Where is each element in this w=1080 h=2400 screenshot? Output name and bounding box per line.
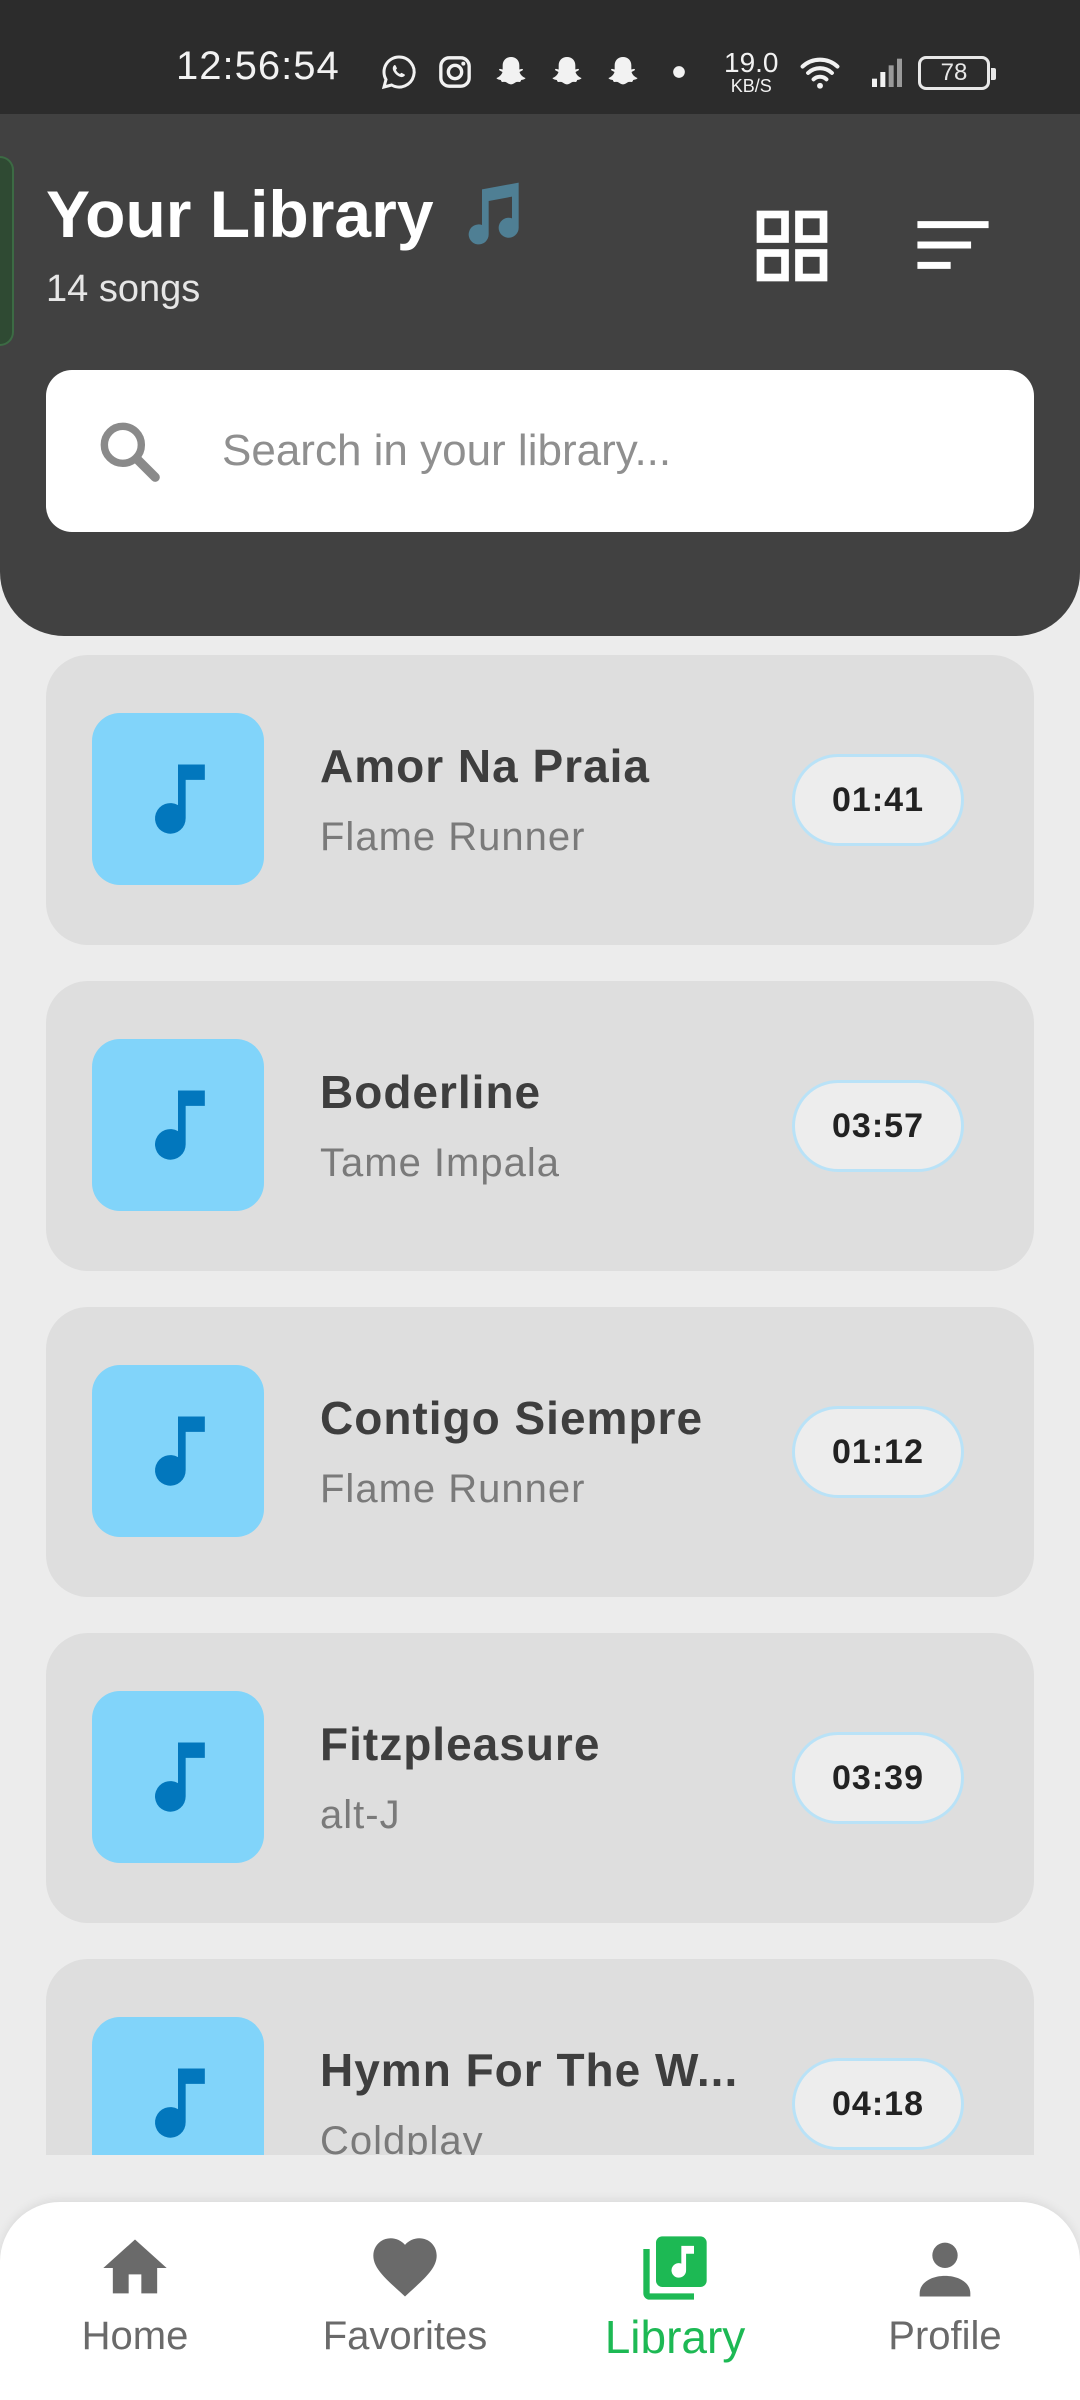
- music-note-icon: [155, 2068, 205, 2138]
- music-note-icon: [155, 764, 205, 834]
- nav-label-library: Library: [604, 2311, 746, 2363]
- song-artwork: [92, 1039, 264, 1211]
- search-icon: [92, 414, 166, 488]
- person-icon: [919, 2242, 971, 2297]
- song-artist: Flame Runner: [320, 815, 586, 859]
- heart-icon: [373, 2238, 437, 2297]
- search-input[interactable]: [222, 410, 982, 492]
- duration-badge: 03:57: [792, 1080, 964, 1172]
- nav-item-library[interactable]: Library: [540, 2202, 810, 2400]
- song-title: Boderline: [320, 1066, 542, 1118]
- song-title: Fitzpleasure: [320, 1718, 601, 1770]
- grid-view-button[interactable]: [750, 204, 834, 288]
- song-title: Amor Na Praia: [320, 740, 651, 792]
- song-artwork: [92, 1365, 264, 1537]
- battery-icon: 78: [918, 56, 996, 90]
- status-bar: 12:56:54 19.0 KB/S 78: [0, 0, 1080, 114]
- music-note-icon: [155, 1416, 205, 1486]
- nav-label-profile: Profile: [888, 2314, 1002, 2358]
- page-title: Your Library: [46, 177, 434, 251]
- song-artist: Tame Impala: [320, 1141, 560, 1185]
- nav-label-home: Home: [81, 2314, 189, 2358]
- instagram-icon: [434, 51, 476, 93]
- song-artwork: [92, 2017, 264, 2155]
- song-card[interactable]: Contigo Siempre Flame Runner 01:12: [46, 1307, 1034, 1597]
- status-icons: 19.0 KB/S: [378, 48, 913, 96]
- sort-icon: [917, 221, 989, 269]
- nav-item-favorites[interactable]: Favorites: [270, 2202, 540, 2400]
- edge-panel-handle[interactable]: [0, 156, 14, 346]
- song-count: 14 songs: [46, 268, 201, 310]
- home-icon: [103, 2239, 167, 2294]
- signal-icon: [861, 51, 913, 93]
- song-list[interactable]: Amor Na Praia Flame Runner 01:41 Boderli…: [0, 655, 1080, 2155]
- battery-level: 78: [940, 59, 968, 86]
- whatsapp-icon: [378, 51, 420, 93]
- song-card[interactable]: Boderline Tame Impala 03:57: [46, 981, 1034, 1271]
- library-header: Your Library 14 songs: [0, 114, 1080, 636]
- song-artist: alt-J: [320, 1793, 401, 1837]
- dot-icon: [658, 51, 700, 93]
- song-card[interactable]: Hymn For The W... Coldplay 04:18: [46, 1959, 1034, 2155]
- snapchat-icon: [490, 51, 532, 93]
- snapchat-icon: [602, 51, 644, 93]
- net-speed-value: 19.0: [724, 47, 779, 78]
- grid-icon: [756, 210, 828, 282]
- duration-badge: 03:39: [792, 1732, 964, 1824]
- song-artwork: [92, 713, 264, 885]
- nav-label-favorites: Favorites: [322, 2314, 488, 2358]
- music-note-emoji: [452, 176, 532, 256]
- snapchat-icon: [546, 51, 588, 93]
- search-box[interactable]: [46, 370, 1034, 532]
- net-speed: 19.0 KB/S: [724, 47, 779, 96]
- status-time: 12:56:54: [176, 44, 340, 88]
- library-music-icon: [643, 2236, 707, 2300]
- duration-badge: 04:18: [792, 2058, 964, 2150]
- song-artwork: [92, 1691, 264, 1863]
- bottom-nav: Home Favorites Library Profile: [0, 2202, 1080, 2400]
- song-artist: Flame Runner: [320, 1467, 586, 1511]
- song-title: Hymn For The W...: [320, 2044, 739, 2096]
- song-card[interactable]: Fitzpleasure alt-J 03:39: [46, 1633, 1034, 1923]
- net-speed-unit: KB/S: [730, 76, 772, 96]
- duration-badge: 01:41: [792, 754, 964, 846]
- duration-badge: 01:12: [792, 1406, 964, 1498]
- music-note-icon: [155, 1742, 205, 1812]
- song-card[interactable]: Amor Na Praia Flame Runner 01:41: [46, 655, 1034, 945]
- sort-button[interactable]: [908, 210, 998, 280]
- music-note-icon: [155, 1090, 205, 1160]
- song-artist: Coldplay: [320, 2119, 484, 2155]
- nav-item-profile[interactable]: Profile: [810, 2202, 1080, 2400]
- nav-item-home[interactable]: Home: [0, 2202, 270, 2400]
- song-title: Contigo Siempre: [320, 1392, 704, 1444]
- wifi-icon: [793, 51, 847, 93]
